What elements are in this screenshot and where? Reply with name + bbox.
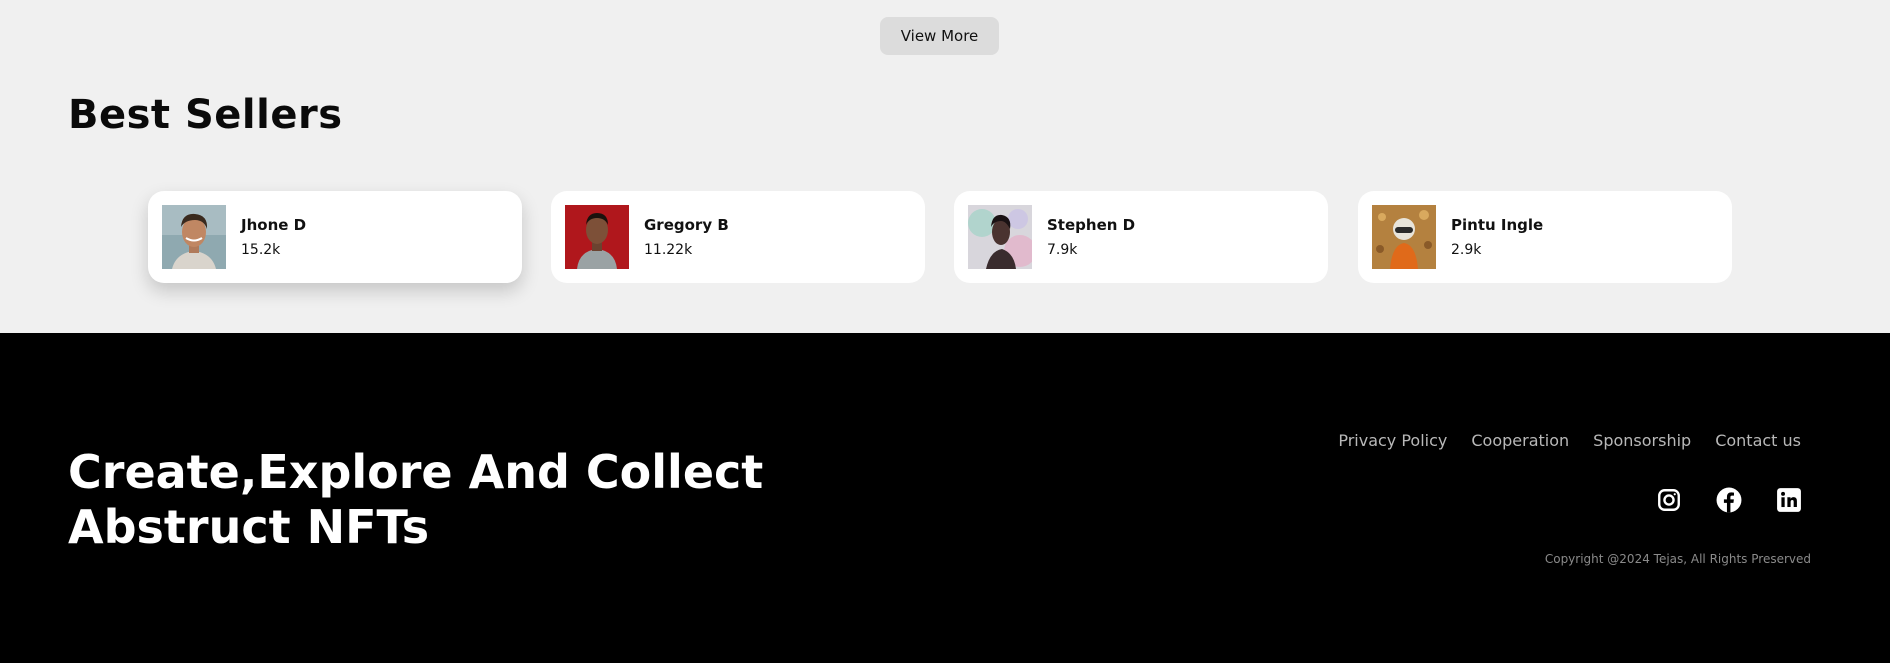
contact-us-link[interactable]: Contact us [1715, 431, 1801, 450]
seller-value: 11.22k [644, 242, 693, 258]
best-sellers-list: Jhone D 15.2k Gregory B 11.22k Stephen D… [148, 191, 1732, 283]
seller-value: 7.9k [1047, 242, 1078, 258]
seller-value: 15.2k [241, 242, 281, 258]
seller-avatar [565, 205, 629, 269]
seller-name: Stephen D [1047, 216, 1136, 234]
footer-links: Privacy Policy Cooperation Sponsorship C… [1338, 431, 1801, 450]
seller-value: 2.9k [1451, 242, 1482, 258]
instagram-icon[interactable] [1656, 487, 1682, 513]
seller-avatar [162, 205, 226, 269]
footer: Create,Explore And Collect Abstruct NFTs… [0, 333, 1890, 663]
seller-card[interactable]: Pintu Ingle 2.9k [1358, 191, 1732, 283]
privacy-policy-link[interactable]: Privacy Policy [1338, 431, 1447, 450]
linkedin-icon[interactable] [1776, 487, 1802, 513]
copyright-text: Copyright @2024 Tejas, All Rights Preser… [1544, 552, 1811, 566]
footer-tagline-line1: Create,Explore And Collect [68, 445, 764, 499]
footer-tagline: Create,Explore And Collect Abstruct NFTs [68, 445, 828, 555]
facebook-icon[interactable] [1716, 487, 1742, 513]
footer-tagline-line2: Abstruct NFTs [68, 500, 430, 554]
seller-card[interactable]: Jhone D 15.2k [148, 191, 522, 283]
cooperation-link[interactable]: Cooperation [1471, 431, 1569, 450]
seller-avatar [968, 205, 1032, 269]
seller-card[interactable]: Gregory B 11.22k [551, 191, 925, 283]
seller-card[interactable]: Stephen D 7.9k [954, 191, 1328, 283]
seller-avatar [1372, 205, 1436, 269]
seller-name: Pintu Ingle [1451, 216, 1544, 234]
top-section: View More Best Sellers Jhone D 15.2k Gre… [0, 0, 1890, 333]
seller-name: Jhone D [241, 216, 307, 234]
sponsorship-link[interactable]: Sponsorship [1593, 431, 1691, 450]
seller-name: Gregory B [644, 216, 729, 234]
view-more-button[interactable]: View More [880, 17, 999, 55]
social-links [1656, 487, 1802, 513]
best-sellers-title: Best Sellers [68, 92, 343, 138]
